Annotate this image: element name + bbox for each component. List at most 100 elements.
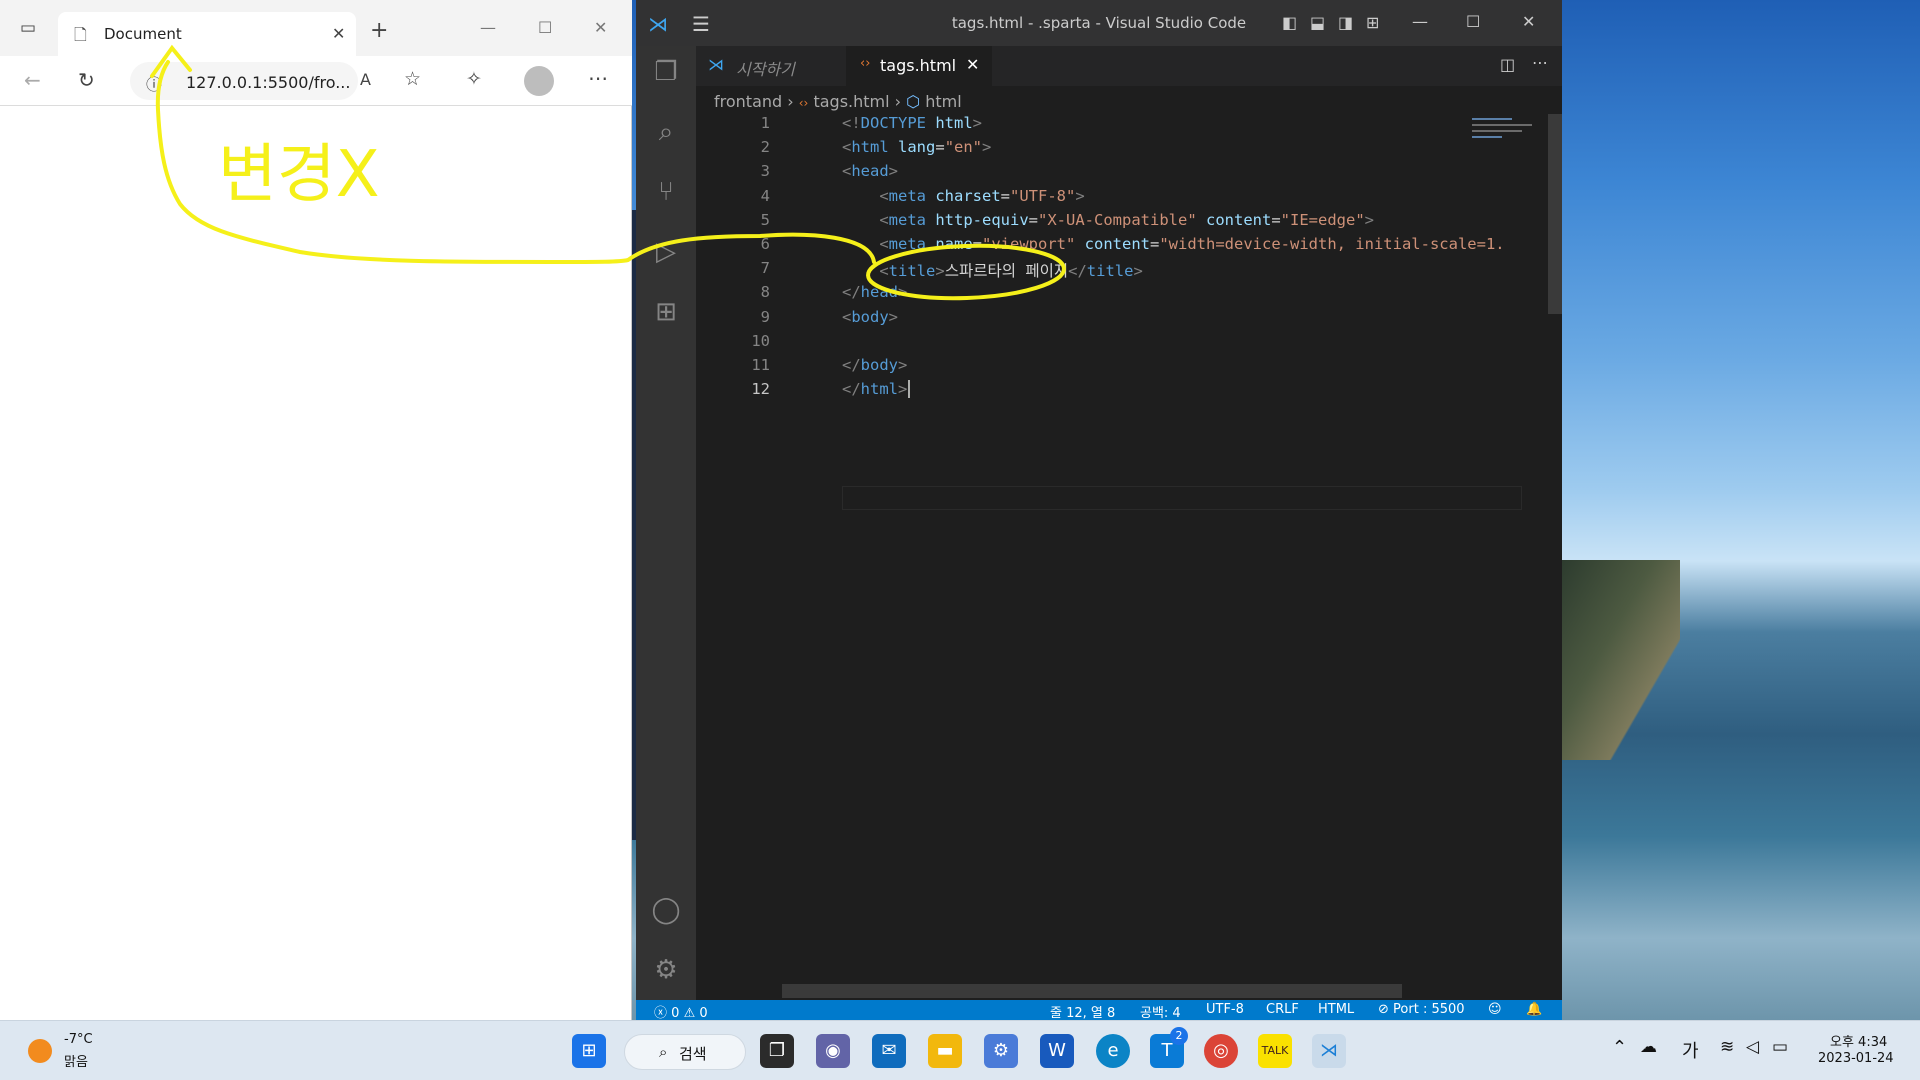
task-view-icon[interactable]: ❐: [760, 1034, 794, 1068]
breadcrumb-symbol[interactable]: html: [925, 92, 961, 111]
breadcrumb-file[interactable]: tags.html: [813, 92, 889, 111]
current-line-highlight: [842, 486, 1522, 510]
vscode-taskbar-icon[interactable]: ⋊: [1312, 1034, 1346, 1068]
code-line[interactable]: 4 <meta charset="UTF-8">: [696, 187, 1466, 211]
browser-tab[interactable]: 🗋 Document ✕: [58, 12, 356, 56]
search-icon[interactable]: ⌕: [650, 116, 682, 148]
settings-gear-icon[interactable]: ⚙: [650, 954, 682, 986]
code-text: <meta charset="UTF-8">: [842, 187, 1084, 205]
customize-layout-icon[interactable]: ⊞: [1366, 13, 1379, 32]
info-icon[interactable]: ⓘ: [146, 71, 162, 95]
weather-temp[interactable]: -7°C: [64, 1032, 93, 1047]
source-control-icon[interactable]: ⑂: [650, 176, 682, 208]
refresh-icon[interactable]: ↻: [78, 68, 95, 92]
cursor-position[interactable]: 줄 12, 열 8: [1050, 1002, 1115, 1021]
file-explorer-icon[interactable]: ▬: [928, 1034, 962, 1068]
kakaotalk-icon[interactable]: TALK: [1258, 1034, 1292, 1068]
code-editor[interactable]: 1 <!DOCTYPE html> 2 <html lang="en"> 3 <head>…: [696, 114, 1538, 984]
eol[interactable]: CRLF: [1266, 1002, 1299, 1017]
problems-status[interactable]: ⓧ 0 ⚠ 0: [654, 1002, 708, 1021]
code-token: lang: [898, 138, 936, 157]
live-server-status[interactable]: ⊘ Port : 5500: [1378, 1002, 1465, 1017]
close-tab-icon[interactable]: ✕: [332, 24, 345, 43]
breadcrumb-folder[interactable]: frontand: [714, 92, 782, 111]
start-icon[interactable]: ⊞: [572, 1034, 606, 1068]
more-actions-icon[interactable]: ⋯: [1532, 53, 1548, 72]
code-line[interactable]: 5 <meta http-equiv="X-UA-Compatible" con…: [696, 211, 1466, 235]
tab-actions-icon[interactable]: ▭: [20, 18, 36, 38]
code-line[interactable]: 7 <title>스파르타의 페이지</title>: [696, 259, 1466, 283]
vertical-scrollbar[interactable]: [1548, 114, 1562, 314]
code-line[interactable]: 6 <meta name="viewport" content="width=d…: [696, 235, 1505, 259]
close-window-icon[interactable]: ✕: [1522, 12, 1535, 31]
run-debug-icon[interactable]: ▷: [650, 236, 682, 268]
feedback-icon[interactable]: ☺: [1488, 1002, 1502, 1017]
code-line[interactable]: 10: [696, 332, 1466, 356]
url-text[interactable]: 127.0.0.1:5500/fro...: [186, 73, 350, 92]
maximize-icon[interactable]: ☐: [1466, 12, 1480, 31]
new-tab-icon[interactable]: +: [370, 18, 388, 43]
code-line[interactable]: 12 </html>: [696, 380, 1466, 404]
profile-avatar[interactable]: [524, 66, 554, 96]
control-panel-icon[interactable]: ⚙: [984, 1034, 1018, 1068]
address-bar[interactable]: ⓘ 127.0.0.1:5500/fro...: [130, 62, 358, 100]
mail-icon[interactable]: ✉: [872, 1034, 906, 1068]
ime-indicator[interactable]: 가: [1682, 1037, 1699, 1063]
toggle-sidebar-icon[interactable]: ◧: [1282, 13, 1297, 32]
editor-tabs: ⋊ 시작하기 ‹› tags.html ✕ ◫ ⋯: [696, 46, 1562, 86]
chrome-icon[interactable]: ◎: [1204, 1034, 1238, 1068]
code-token: >: [982, 138, 992, 157]
indentation[interactable]: 공백: 4: [1140, 1002, 1181, 1021]
code-token: =: [935, 138, 945, 157]
encoding[interactable]: UTF-8: [1206, 1002, 1244, 1017]
code-text: </html>: [842, 380, 911, 399]
search-icon: ⌕: [659, 1043, 668, 1061]
clock-time[interactable]: 오후 4:34: [1830, 1031, 1887, 1050]
tab-welcome[interactable]: ⋊ 시작하기: [696, 46, 846, 86]
edge-browser-icon[interactable]: e: [1096, 1034, 1130, 1068]
wifi-icon[interactable]: ≋: [1720, 1037, 1734, 1057]
close-window-icon[interactable]: ✕: [594, 18, 607, 37]
horizontal-scrollbar[interactable]: [782, 984, 1402, 998]
toggle-secondary-sidebar-icon[interactable]: ◨: [1338, 13, 1353, 32]
explorer-icon[interactable]: ❐: [650, 56, 682, 88]
code-token: 스파르타의 페이지: [944, 262, 1069, 281]
minimap[interactable]: [1472, 114, 1542, 144]
volume-icon[interactable]: ◁: [1746, 1037, 1759, 1057]
notifications-bell-icon[interactable]: 🔔: [1526, 1002, 1542, 1017]
weather-sun-icon[interactable]: [28, 1039, 52, 1063]
accounts-icon[interactable]: ◯: [650, 894, 682, 926]
minimize-icon[interactable]: —: [1412, 12, 1428, 31]
close-tab-icon[interactable]: ✕: [966, 55, 979, 74]
split-editor-icon[interactable]: ◫: [1500, 55, 1515, 74]
code-line[interactable]: 8 </head>: [696, 283, 1466, 307]
code-token: >: [1133, 262, 1143, 281]
code-line[interactable]: 3 <head>: [696, 162, 1466, 186]
maximize-icon[interactable]: ☐: [538, 18, 552, 37]
code-line[interactable]: 2 <html lang="en">: [696, 138, 1466, 162]
code-token: >: [935, 262, 945, 281]
toggle-panel-icon[interactable]: ⬓: [1310, 13, 1325, 32]
favorite-icon[interactable]: ☆: [404, 68, 421, 90]
code-line[interactable]: 11 </body>: [696, 356, 1466, 380]
word-icon[interactable]: W: [1040, 1034, 1074, 1068]
extensions-icon[interactable]: ✧: [466, 68, 482, 90]
taskbar-search[interactable]: ⌕ 검색: [624, 1034, 746, 1070]
battery-icon[interactable]: ▭: [1772, 1037, 1788, 1057]
code-line[interactable]: 1 <!DOCTYPE html>: [696, 114, 1466, 138]
clock-date[interactable]: 2023-01-24: [1818, 1051, 1894, 1066]
language-mode[interactable]: HTML: [1318, 1002, 1354, 1017]
more-icon[interactable]: ⋯: [588, 66, 608, 90]
tab-tags-html[interactable]: ‹› tags.html ✕: [846, 46, 992, 86]
back-icon[interactable]: ←: [24, 68, 41, 92]
extensions-icon[interactable]: ⊞: [650, 296, 682, 328]
minimize-icon[interactable]: —: [480, 18, 496, 37]
weather-desc[interactable]: 맑음: [64, 1051, 88, 1070]
onedrive-icon[interactable]: ☁: [1640, 1037, 1657, 1057]
tray-overflow-icon[interactable]: ⌃: [1612, 1037, 1627, 1058]
code-line[interactable]: 9 <body>: [696, 308, 1466, 332]
code-token: =: [1028, 210, 1039, 229]
read-aloud-icon[interactable]: A: [360, 70, 371, 89]
teams-chat-icon[interactable]: ◉: [816, 1034, 850, 1068]
line-number: 5: [760, 210, 770, 229]
